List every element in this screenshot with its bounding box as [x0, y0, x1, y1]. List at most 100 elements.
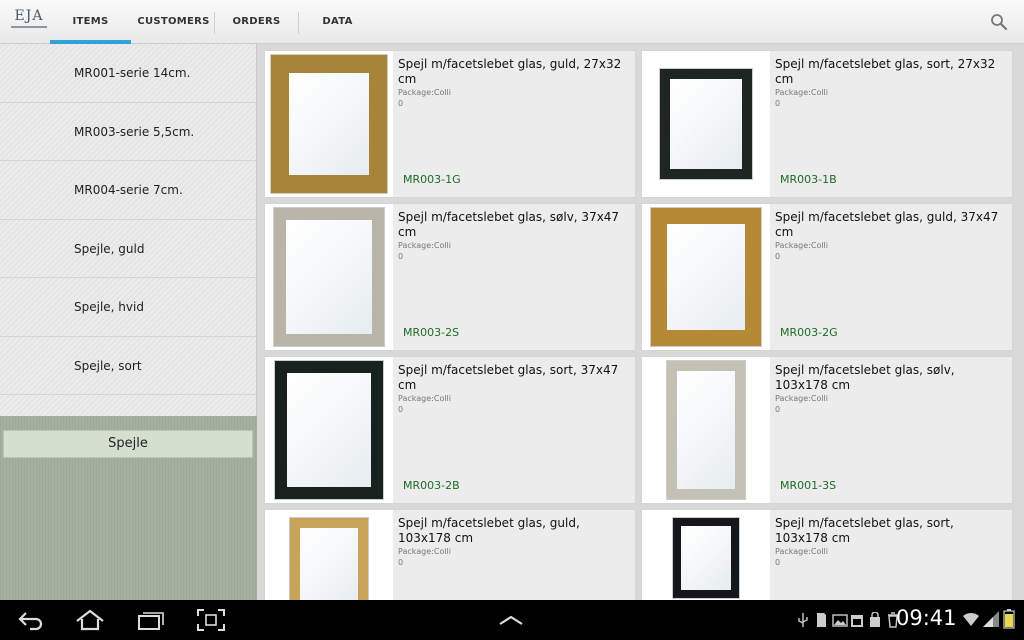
calendar-icon — [850, 612, 864, 628]
item-description: Spejl m/facetslebet glas, guld, 27x32 cm — [398, 57, 622, 86]
mirror-frame-image — [275, 361, 383, 499]
mirror-glass — [289, 73, 369, 175]
screenshot-icon[interactable] — [196, 608, 226, 632]
item-card[interactable]: Spejl m/facetslebet glas, guld, 103x178 … — [264, 509, 636, 600]
mirror-glass — [667, 224, 745, 330]
item-package: Package:Colli — [398, 88, 452, 97]
tab-orders[interactable]: ORDERS — [216, 0, 297, 44]
item-quantity: 0 — [398, 405, 404, 414]
mirror-glass — [286, 220, 372, 334]
item-package: Package:Colli — [775, 394, 829, 403]
category-item-spejle-hvid[interactable]: Spejle, hvid — [0, 278, 256, 337]
signal-icon — [982, 610, 1000, 632]
item-code: MR003-1B — [780, 173, 837, 186]
item-card[interactable]: Spejl m/facetslebet glas, sølv, 103x178 … — [641, 356, 1013, 504]
usb-icon — [796, 612, 810, 628]
item-quantity: 0 — [775, 405, 781, 414]
recent-apps-icon[interactable] — [136, 608, 166, 632]
mirror-glass — [287, 373, 371, 487]
item-thumbnail — [267, 53, 391, 195]
battery-icon — [1003, 609, 1015, 633]
item-description: Spejl m/facetslebet glas, sølv, 37x47 cm — [398, 210, 620, 239]
system-nav-bar: 09:41 — [0, 600, 1024, 640]
item-card[interactable]: Spejl m/facetslebet glas, guld, 37x47 cm… — [641, 203, 1013, 351]
search-icon[interactable] — [990, 13, 1008, 31]
item-code: MR001-3S — [780, 479, 837, 492]
category-list: MR001-serie 14cm. MR003-serie 5,5cm. MR0… — [0, 44, 257, 416]
item-thumbnail — [267, 359, 391, 501]
item-info: Spejl m/facetslebet glas, sølv, 103x178 … — [770, 357, 1012, 503]
category-item-mr001[interactable]: MR001-serie 14cm. — [0, 44, 256, 103]
clock: 09:41 — [896, 606, 957, 630]
app-logo: EJA — [10, 8, 48, 36]
mirror-glass — [300, 528, 358, 600]
item-package: Package:Colli — [775, 241, 829, 250]
item-description: Spejl m/facetslebet glas, sort, 37x47 cm — [398, 363, 619, 392]
mirror-frame-image — [290, 518, 368, 600]
item-description: Spejl m/facetslebet glas, guld, 37x47 cm — [775, 210, 999, 239]
item-quantity: 0 — [775, 558, 781, 567]
category-item-spejle-sort[interactable]: Spejle, sort — [0, 337, 256, 395]
image-icon — [832, 612, 848, 628]
item-code: MR003-1G — [403, 173, 461, 186]
category-item-mr004[interactable]: MR004-serie 7cm. — [0, 161, 256, 220]
tab-divider — [298, 12, 299, 34]
tab-divider — [214, 12, 215, 34]
tab-customers[interactable]: CUSTOMERS — [133, 0, 214, 44]
category-item-mr003[interactable]: MR003-serie 5,5cm. — [0, 103, 256, 161]
item-info: Spejl m/facetslebet glas, sølv, 37x47 cm… — [393, 204, 635, 350]
item-card[interactable]: Spejl m/facetslebet glas, sort, 103x178 … — [641, 509, 1013, 600]
sd-card-icon — [814, 612, 828, 628]
item-code: MR003-2G — [780, 326, 838, 339]
home-icon[interactable] — [74, 608, 104, 632]
item-info: Spejl m/facetslebet glas, guld, 27x32 cm… — [393, 51, 635, 197]
item-card[interactable]: Spejl m/facetslebet glas, sølv, 37x47 cm… — [264, 203, 636, 351]
item-package: Package:Colli — [398, 547, 452, 556]
back-icon[interactable] — [16, 608, 46, 632]
category-panel: MR001-serie 14cm. MR003-serie 5,5cm. MR0… — [0, 44, 257, 600]
item-card[interactable]: Spejl m/facetslebet glas, sort, 37x47 cm… — [264, 356, 636, 504]
item-description: Spejl m/facetslebet glas, sølv, 103x178 … — [775, 363, 955, 392]
item-info: Spejl m/facetslebet glas, sort, 27x32 cm… — [770, 51, 1012, 197]
mirror-frame-image — [660, 69, 752, 179]
item-card[interactable]: Spejl m/facetslebet glas, sort, 27x32 cm… — [641, 50, 1013, 198]
item-package: Package:Colli — [398, 394, 452, 403]
wifi-icon — [962, 610, 980, 632]
mirror-glass — [681, 526, 731, 590]
item-description: Spejl m/facetslebet glas, sort, 103x178 … — [775, 516, 954, 545]
item-info: Spejl m/facetslebet glas, sort, 103x178 … — [770, 510, 1012, 600]
mirror-glass — [670, 79, 742, 169]
action-bar: EJA ITEMS CUSTOMERS ORDERS DATA — [0, 0, 1024, 44]
tab-data[interactable]: DATA — [300, 0, 375, 44]
category-item-spejle-guld[interactable]: Spejle, guld — [0, 220, 256, 278]
tab-items[interactable]: ITEMS — [50, 0, 131, 44]
item-grid-area[interactable]: Spejl m/facetslebet glas, guld, 27x32 cm… — [257, 44, 1024, 600]
item-description: Spejl m/facetslebet glas, sort, 27x32 cm — [775, 57, 996, 86]
item-package: Package:Colli — [775, 88, 829, 97]
item-quantity: 0 — [398, 252, 404, 261]
item-thumbnail — [267, 512, 391, 600]
item-card[interactable]: Spejl m/facetslebet glas, guld, 27x32 cm… — [264, 50, 636, 198]
item-quantity: 0 — [775, 252, 781, 261]
item-package: Package:Colli — [775, 547, 829, 556]
item-code: MR003-2S — [403, 326, 460, 339]
item-quantity: 0 — [398, 99, 404, 108]
mirror-frame-image — [651, 208, 761, 346]
item-package: Package:Colli — [398, 241, 452, 250]
item-info: Spejl m/facetslebet glas, guld, 103x178 … — [393, 510, 635, 600]
chevron-up-icon[interactable] — [496, 608, 526, 632]
item-thumbnail — [267, 206, 391, 348]
item-thumbnail — [644, 512, 768, 600]
mirror-glass — [677, 371, 735, 489]
item-thumbnail — [644, 359, 768, 501]
item-thumbnail — [644, 206, 768, 348]
item-code: MR003-2B — [403, 479, 460, 492]
item-description: Spejl m/facetslebet glas, guld, 103x178 … — [398, 516, 580, 545]
group-button-spejle[interactable]: Spejle — [3, 430, 253, 458]
item-quantity: 0 — [775, 99, 781, 108]
item-quantity: 0 — [398, 558, 404, 567]
item-info: Spejl m/facetslebet glas, guld, 37x47 cm… — [770, 204, 1012, 350]
mirror-frame-image — [667, 361, 745, 499]
mirror-frame-image — [271, 55, 387, 193]
mirror-frame-image — [673, 518, 739, 598]
